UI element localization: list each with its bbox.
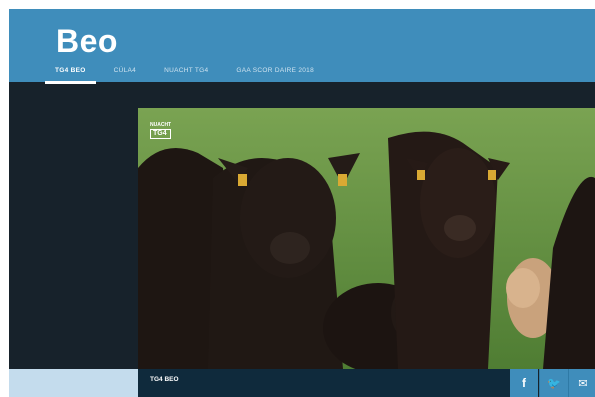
share-facebook-button[interactable]: f: [510, 369, 538, 397]
share-twitter-button[interactable]: 🐦: [539, 369, 568, 397]
tab-tg4-beo[interactable]: TG4 BEO: [45, 61, 96, 84]
video-player[interactable]: NUACHT TG4: [138, 108, 595, 369]
video-caption: TG4 BEO: [150, 376, 179, 383]
tab-nuacht-tg4[interactable]: NUACHT TG4: [154, 61, 218, 82]
share-email-button[interactable]: ✉: [568, 369, 595, 397]
video-frame-image: [138, 108, 595, 369]
channel-logo: NUACHT TG4: [150, 122, 172, 139]
tab-cula4[interactable]: CÚLA4: [104, 61, 146, 82]
twitter-icon: 🐦: [547, 377, 561, 390]
video-caption-bar: TG4 BEO: [138, 369, 510, 397]
facebook-icon: f: [522, 376, 526, 390]
site-header: Beo TG4 BEO CÚLA4 NUACHT TG4 GAA SCOR DA…: [9, 9, 595, 84]
sidebar-footer-block: [9, 369, 138, 397]
channel-logo-top: NUACHT: [150, 122, 172, 128]
channel-logo-mark: TG4: [150, 129, 172, 139]
nav-tabs: TG4 BEO CÚLA4 NUACHT TG4 GAA SCOR DAIRE …: [45, 61, 332, 84]
tab-gaa-scor-daire[interactable]: GAA SCOR DAIRE 2018: [226, 61, 324, 82]
site-logo[interactable]: Beo: [56, 23, 118, 60]
app-frame: Beo TG4 BEO CÚLA4 NUACHT TG4 GAA SCOR DA…: [9, 9, 595, 397]
mail-icon: ✉: [578, 377, 588, 390]
